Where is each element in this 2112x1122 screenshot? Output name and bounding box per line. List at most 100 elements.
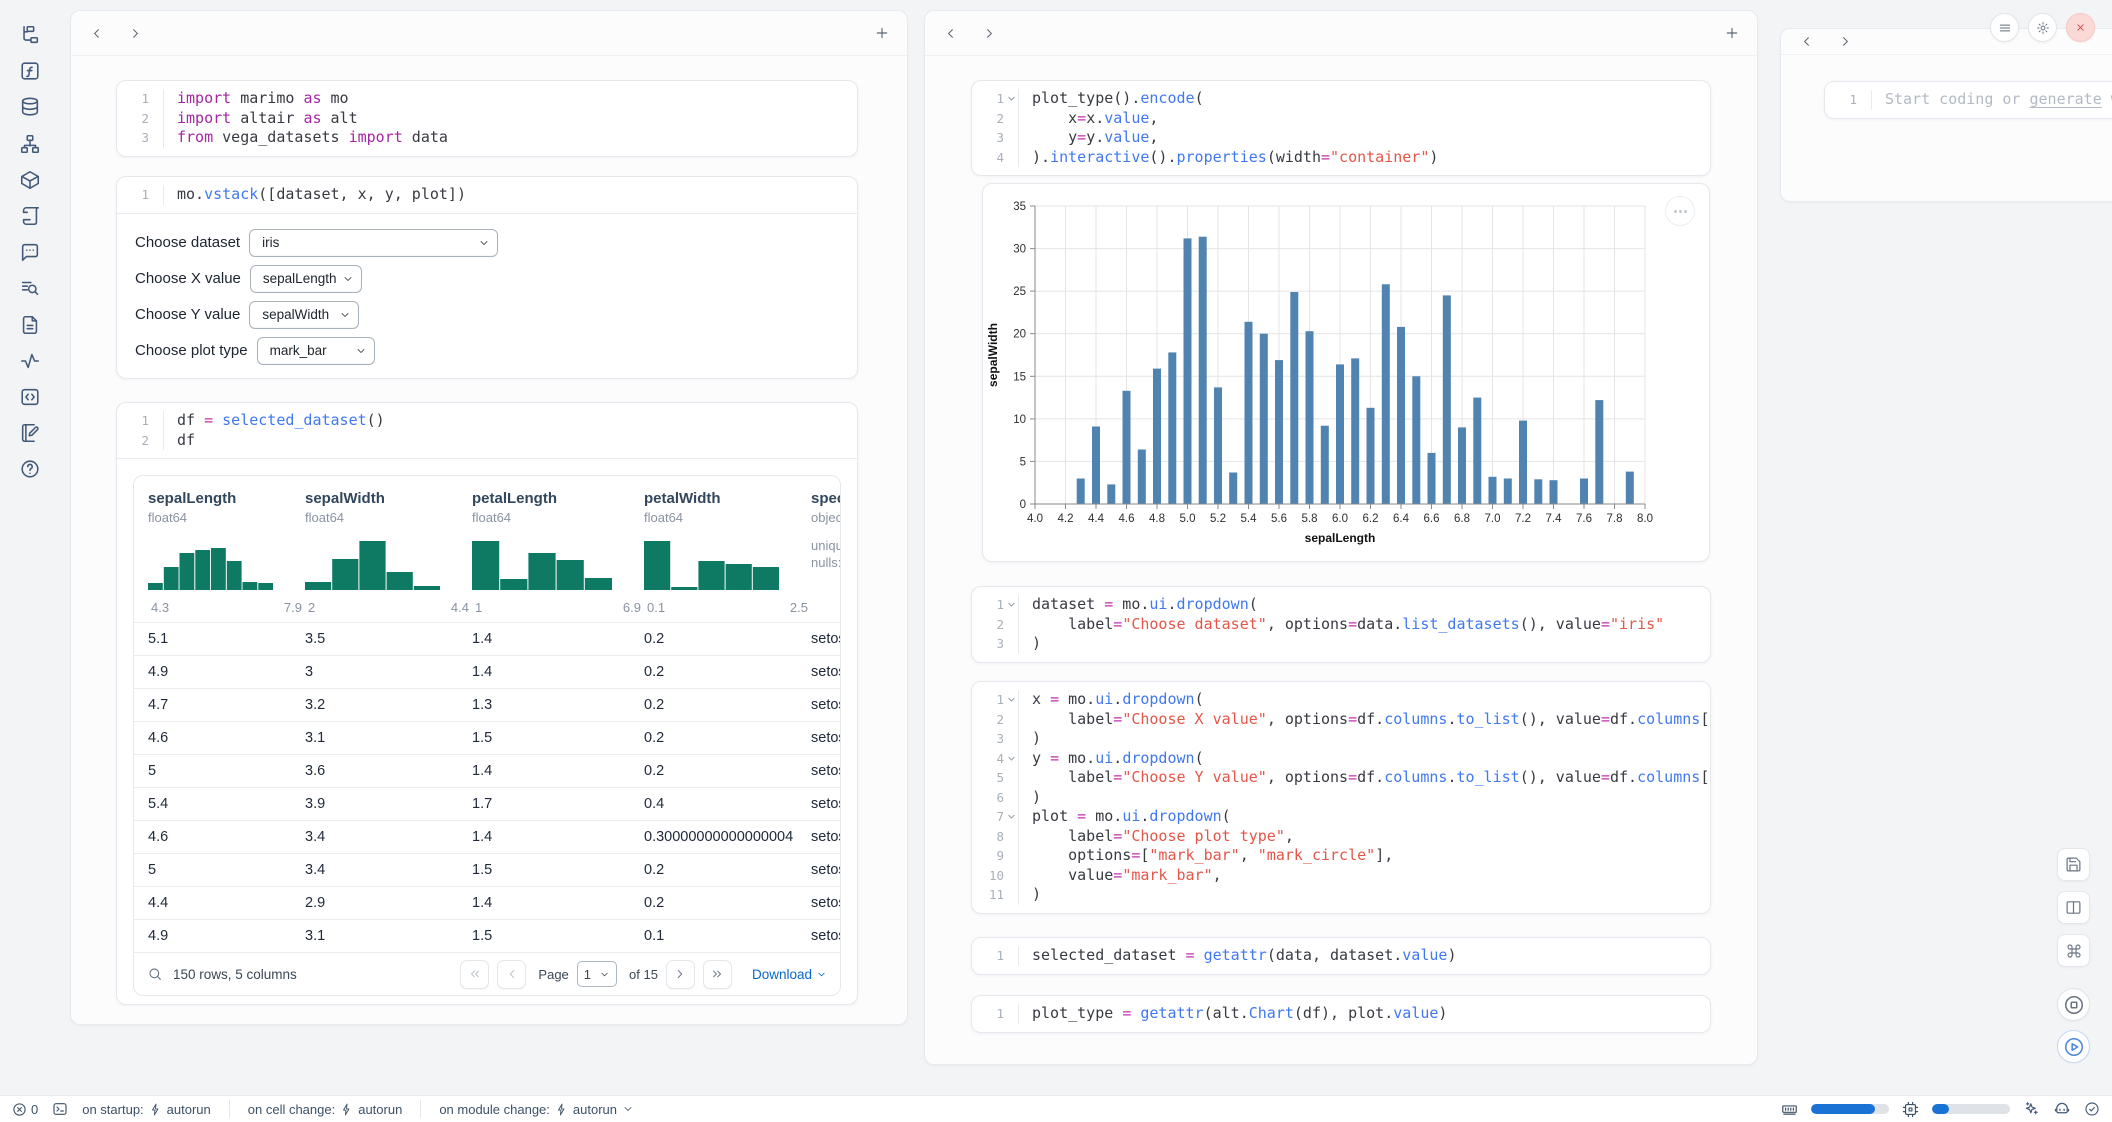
interrupt-button[interactable] [2057,988,2090,1021]
run-button[interactable] [2057,1030,2090,1063]
x-circle-icon [12,1102,27,1117]
save-button[interactable] [2057,848,2090,881]
column-header-petalWidth[interactable]: petalWidthfloat640.12.5 [644,490,811,615]
svg-text:8.0: 8.0 [1637,513,1653,525]
column-header-speci[interactable]: speciobjecuniqunulls: [811,490,841,571]
dropdown-form-output: Choose dataset iris Choose X value sepal… [117,214,857,378]
bolt-icon [555,1103,568,1116]
page-select[interactable]: 1 [577,961,617,987]
scroll-icon[interactable] [19,205,41,227]
code-line: 2 x=x.value, [972,109,1710,129]
connection-check-icon[interactable] [2084,1101,2100,1117]
table-header: sepalLengthfloat644.37.9sepalWidthfloat6… [134,476,841,622]
prev-page-button[interactable] [497,960,526,989]
last-page-button[interactable] [703,960,732,989]
document-icon[interactable] [19,314,41,336]
next-page-button[interactable] [666,960,695,989]
package-icon[interactable] [19,169,41,191]
code-cell-xy-plot-dropdowns[interactable]: 1x = mo.ui.dropdown(2 label="Choose X va… [971,681,1711,914]
menu-button[interactable] [1990,13,2019,42]
table-cell: setos [811,788,841,820]
column-prev-icon[interactable] [939,22,961,44]
code-cell-imports[interactable]: 1import marimo as mo2import altair as al… [116,80,858,157]
code-cell-dataset-dropdown[interactable]: 1dataset = mo.ui.dropdown(2 label="Choos… [971,586,1711,663]
column-prev-icon[interactable] [85,22,107,44]
column-header-sepalWidth[interactable]: sepalWidthfloat6424.4 [305,490,472,615]
on-cell-change-toggle[interactable]: on cell change: autorun [248,1102,403,1117]
search-icon[interactable] [147,966,163,982]
generate-link[interactable]: generate [2030,90,2102,108]
activity-rail [0,0,60,1095]
svg-text:4.8: 4.8 [1149,513,1165,525]
y-value-select[interactable]: sepalWidth [249,301,359,329]
code-cell-selected-dataset[interactable]: 1selected_dataset = getattr(data, datase… [971,937,1711,975]
terminal-button[interactable] [52,1101,68,1117]
svg-text:5: 5 [1020,456,1026,468]
code-cell-plot-encode[interactable]: 1plot_type().encode(2 x=x.value,3 y=y.va… [971,80,1711,176]
altair-chart-output[interactable]: 4.04.24.44.64.85.05.25.45.65.86.06.26.46… [982,183,1710,562]
column-next-icon[interactable] [978,22,1000,44]
table-cell: setos [811,656,841,688]
code-cell-vstack[interactable]: 1mo.vstack([dataset, x, y, plot]) Choose… [116,176,858,379]
save-icon [2065,856,2082,873]
empty-code-cell[interactable]: 1 Start coding or generate with [1824,81,2112,119]
chart-options-icon[interactable] [1665,196,1695,226]
layout-button[interactable] [2057,891,2090,924]
code-line: 2 label="Choose X value", options=df.col… [972,710,1710,730]
table-row: 4.42.91.40.2setos [134,886,841,919]
doc-search-icon[interactable] [19,277,41,299]
column-prev-icon[interactable] [1795,31,1817,53]
table-cell: 3.9 [305,788,472,820]
table-cell: setos [811,689,841,721]
x-value-select[interactable]: sepalLength [250,265,362,293]
file-tree-icon[interactable] [19,24,41,46]
function-icon[interactable] [19,60,41,82]
on-module-change-toggle[interactable]: on module change: autorun [439,1102,634,1117]
code-cell-icon[interactable] [19,386,41,408]
chat-icon[interactable] [19,241,41,263]
svg-text:20: 20 [1013,329,1026,341]
table-cell: 2.9 [305,887,472,919]
add-column-icon[interactable] [871,22,893,44]
terminal-icon [52,1101,68,1117]
code-cell-dataframe[interactable]: 1df = selected_dataset()2df sepalLengthf… [116,402,858,1005]
settings-button[interactable] [2028,13,2057,42]
plot-type-select[interactable]: mark_bar [257,337,375,365]
column-next-icon[interactable] [124,22,146,44]
svg-text:5.8: 5.8 [1302,513,1318,525]
copilot-icon[interactable] [2053,1100,2071,1118]
column-header-sepalLength[interactable]: sepalLengthfloat644.37.9 [148,490,305,615]
table-cell: 4.6 [148,821,305,853]
code-cell-plot-type[interactable]: 1plot_type = getattr(alt.Chart(df), plot… [971,995,1711,1033]
database-icon[interactable] [19,96,41,118]
table-cell: 3.4 [305,821,472,853]
column-histogram [305,538,472,595]
download-button[interactable]: Download [752,967,827,982]
dependency-graph-icon[interactable] [19,133,41,155]
table-cell: 1.5 [472,722,644,754]
play-circle-icon [2063,1036,2085,1058]
error-count-badge[interactable]: 0 [12,1102,38,1117]
chevron-down-icon [339,309,351,321]
svg-text:5.2: 5.2 [1210,513,1226,525]
keyboard-shortcuts-button[interactable] [2057,934,2090,967]
cpu-icon [1902,1101,1919,1118]
choose-y-label: Choose Y value [135,306,240,323]
table-row: 4.93.11.50.1setos [134,919,841,952]
svg-text:6.0: 6.0 [1332,513,1348,525]
first-page-button[interactable] [460,960,489,989]
add-column-icon[interactable] [1721,22,1743,44]
pulse-icon[interactable] [19,350,41,372]
svg-text:4.6: 4.6 [1119,513,1135,525]
command-icon [2066,943,2082,959]
sparkles-icon[interactable] [2023,1101,2040,1118]
help-icon[interactable] [19,458,41,480]
notebook-pen-icon[interactable] [19,422,41,444]
column-meta: uniqunulls: [811,537,841,571]
memory-icon [1781,1101,1798,1118]
shutdown-button[interactable] [2066,13,2095,42]
dataset-select[interactable]: iris [249,229,498,257]
column-next-icon[interactable] [1834,31,1856,53]
on-startup-toggle[interactable]: on startup: autorun [82,1102,211,1117]
column-header-petalLength[interactable]: petalLengthfloat6416.9 [472,490,644,615]
